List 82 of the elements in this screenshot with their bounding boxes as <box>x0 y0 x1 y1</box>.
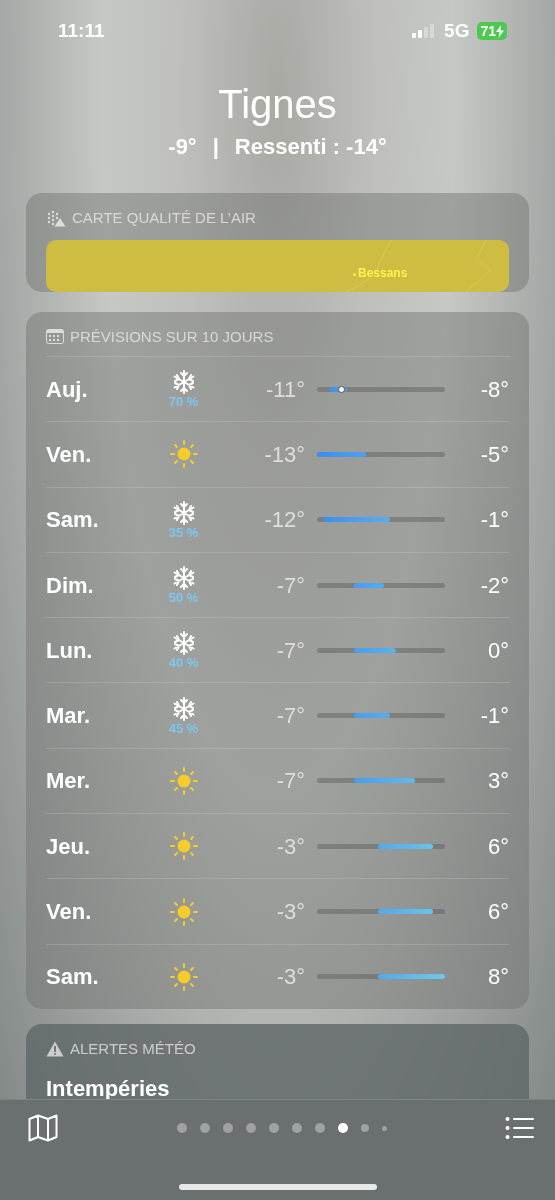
page-dot[interactable] <box>337 1123 348 1133</box>
day-label: Auj. <box>46 375 89 404</box>
snowflake-icon <box>171 500 196 525</box>
temperature-range-bar <box>377 909 433 914</box>
snowflake-icon <box>171 631 196 656</box>
temperature-range-bar <box>377 843 433 849</box>
air-quality-icon <box>46 209 66 228</box>
current-temperature: -9° <box>168 133 197 161</box>
temperature-range-bar <box>317 451 366 457</box>
sun-icon <box>169 962 198 991</box>
feels-like-temperature: Ressenti : -14° <box>234 133 387 161</box>
map-point <box>353 272 356 276</box>
page-dot[interactable] <box>176 1123 187 1133</box>
temperature-range-bar <box>353 713 391 719</box>
page-dot[interactable] <box>268 1123 279 1133</box>
day-label: Jeu. <box>46 832 92 861</box>
warning-icon <box>46 1041 64 1058</box>
page-dot[interactable] <box>199 1123 210 1133</box>
high-temperature: 8° <box>486 963 509 992</box>
snowflake-icon <box>171 566 196 591</box>
signal-icon <box>412 24 437 38</box>
high-temperature: -5° <box>479 440 509 469</box>
high-temperature: 3° <box>486 767 509 796</box>
low-temperature: -13° <box>263 440 306 469</box>
high-temperature: -1° <box>479 702 509 731</box>
high-temperature: -8° <box>479 375 509 404</box>
precipitation-chance: 50 % <box>168 591 199 605</box>
snowflake-icon <box>171 370 196 395</box>
precipitation-chance: 35 % <box>168 525 199 539</box>
home-indicator[interactable] <box>178 1184 377 1190</box>
page-dot[interactable] <box>291 1123 302 1133</box>
city-name: Tignes <box>217 84 338 124</box>
low-temperature: -7° <box>275 702 306 731</box>
day-label: Dim. <box>46 571 95 600</box>
temperature-range-bar <box>377 974 445 980</box>
low-temperature: -3° <box>275 898 306 926</box>
page-dot[interactable] <box>381 1125 387 1131</box>
sun-icon <box>169 897 198 926</box>
day-label: Lun. <box>46 636 94 665</box>
low-temperature: -11° <box>265 375 306 404</box>
temperature-range-bar <box>353 778 415 784</box>
card-title: PRÉVISIONS SUR 10 JOURS <box>70 326 274 347</box>
sun-icon <box>169 832 198 861</box>
low-temperature: -3° <box>275 963 306 992</box>
low-temperature: -12° <box>263 506 306 535</box>
page-dot[interactable] <box>314 1123 325 1133</box>
card-title: CARTE QUALITÉ DE L’AIR <box>72 208 256 228</box>
precipitation-chance: 45 % <box>168 721 199 735</box>
page-dot[interactable] <box>360 1124 369 1132</box>
page-dot[interactable] <box>222 1123 233 1133</box>
page-dot[interactable] <box>245 1123 256 1133</box>
day-label: Sam. <box>46 963 100 992</box>
day-label: Sam. <box>46 506 100 535</box>
temperature-range-bar <box>353 582 385 588</box>
day-label: Mar. <box>46 702 92 731</box>
low-temperature: -3° <box>275 832 306 861</box>
day-label: Ven. <box>46 440 93 469</box>
sun-icon <box>169 766 198 795</box>
high-temperature: -1° <box>479 506 509 535</box>
day-label: Mer. <box>46 767 92 796</box>
separator: | <box>212 133 219 161</box>
snowflake-icon <box>171 696 196 721</box>
precipitation-chance: 40 % <box>168 656 199 670</box>
high-temperature: 6° <box>486 832 509 861</box>
high-temperature: 0° <box>486 636 509 665</box>
list-icon[interactable] <box>505 1116 535 1140</box>
network-label: 5G <box>444 18 470 43</box>
sun-icon <box>169 440 198 469</box>
temperature-range-bar <box>353 647 397 653</box>
high-temperature: -2° <box>479 571 509 600</box>
low-temperature: -7° <box>275 636 306 665</box>
low-temperature: -7° <box>275 767 306 796</box>
clock-time: 11:11 <box>58 18 105 43</box>
card-title: ALERTES MÉTÉO <box>70 1038 196 1059</box>
precipitation-chance: 70 % <box>168 395 199 409</box>
low-temperature: -7° <box>275 571 306 600</box>
temperature-range-bar <box>323 517 391 523</box>
high-temperature: 6° <box>486 898 509 926</box>
day-label: Ven. <box>46 898 93 926</box>
map-icon[interactable] <box>28 1114 58 1142</box>
calendar-icon <box>46 329 64 345</box>
battery-level: 71 <box>477 22 507 40</box>
